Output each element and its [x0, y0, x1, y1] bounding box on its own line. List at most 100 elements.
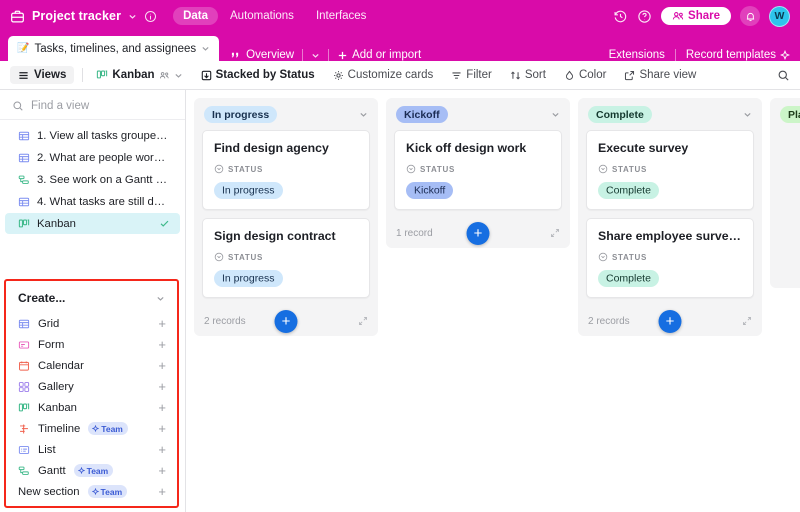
team-badge-label: Team	[101, 423, 123, 434]
history-clock-icon[interactable]	[613, 9, 628, 24]
kanban-column-planning: Pla	[770, 98, 800, 288]
create-view-gallery[interactable]: Gallery +	[6, 376, 177, 397]
kanban-card[interactable]: Execute survey STATUS Complete	[586, 130, 754, 210]
team-badge: Team	[87, 485, 128, 498]
record-count: 1 record	[396, 227, 433, 239]
kanban-card[interactable]: Sign design contract STATUS In progress	[202, 218, 370, 298]
help-question-icon[interactable]	[637, 9, 652, 24]
info-icon[interactable]	[144, 10, 157, 23]
plus-icon[interactable]: +	[158, 317, 166, 330]
chevron-down-icon[interactable]	[156, 294, 165, 303]
expand-corner-icon[interactable]	[358, 316, 368, 326]
create-view-form[interactable]: Form +	[6, 334, 177, 355]
chevron-down-icon[interactable]	[128, 12, 137, 21]
chevron-down-icon[interactable]	[201, 44, 210, 53]
share-button[interactable]: Share	[661, 7, 731, 25]
create-view-list[interactable]: List +	[6, 439, 177, 460]
views-sidebar-toggle[interactable]: Views	[10, 66, 75, 84]
sort-button[interactable]: Sort	[505, 66, 551, 84]
gallery-icon	[18, 381, 30, 393]
single-select-icon	[598, 164, 608, 174]
filter-button[interactable]: Filter	[446, 66, 497, 84]
kanban-card[interactable]: Find design agency STATUS In progress	[202, 130, 370, 210]
add-record-button[interactable]: +	[274, 309, 298, 333]
create-view-calendar[interactable]: Calendar +	[6, 355, 177, 376]
kanban-column-title-pill[interactable]: Kickoff	[396, 106, 448, 123]
overview-button[interactable]: Overview	[231, 49, 294, 61]
record-templates-button[interactable]: Record templates	[686, 49, 790, 61]
sidebar-view-kanban[interactable]: Kanban	[5, 213, 180, 234]
tab-strip-actions: Overview Add or import	[231, 49, 421, 61]
notifications-button[interactable]	[740, 6, 760, 26]
table-tab-tasks[interactable]: 📝 Tasks, timelines, and assignees	[8, 36, 220, 61]
app-section-nav: Data Automations Interfaces	[173, 7, 376, 25]
sidebar-view-2[interactable]: 2. What are people working on?	[5, 147, 180, 168]
kanban-card[interactable]: Kick off design work STATUS Kickoff	[394, 130, 562, 210]
check-icon	[159, 218, 170, 229]
plus-icon[interactable]: +	[158, 485, 166, 498]
plus-icon[interactable]: +	[158, 359, 166, 372]
kanban-card[interactable]: Share employee survey c... STATUS Comple…	[586, 218, 754, 298]
stacked-by-button[interactable]: Stacked by Status	[196, 66, 320, 84]
color-button[interactable]: Color	[559, 66, 611, 84]
chevron-down-icon[interactable]	[174, 71, 183, 80]
sidebar-view-4[interactable]: 4. What tasks are still due?	[5, 191, 180, 212]
kanban-column-title-pill[interactable]: Pla	[780, 106, 800, 123]
create-section-header[interactable]: Create...	[6, 285, 177, 313]
view-search-input[interactable]	[31, 100, 161, 112]
kanban-column-title-pill[interactable]: Complete	[588, 106, 652, 123]
plus-icon[interactable]: +	[158, 464, 166, 477]
share-button-label: Share	[688, 10, 720, 22]
top-bar-actions: Share W	[613, 5, 790, 27]
main-body: 1. View all tasks grouped by proj... 2. …	[0, 90, 800, 512]
nav-tab-interfaces[interactable]: Interfaces	[306, 7, 377, 25]
plus-icon[interactable]: +	[158, 380, 166, 393]
current-view-button[interactable]: Kanban	[91, 66, 187, 84]
plus-icon[interactable]: +	[158, 401, 166, 414]
divider	[82, 68, 84, 82]
toolbar-right-actions	[777, 69, 790, 82]
views-button-label: Views	[34, 69, 67, 81]
base-title: Project tracker	[32, 9, 122, 23]
add-or-import-button[interactable]: Add or import	[337, 49, 421, 61]
customize-cards-button[interactable]: Customize cards	[328, 66, 439, 84]
chevron-down-icon[interactable]	[551, 110, 560, 119]
filter-icon	[451, 70, 462, 81]
create-new-section[interactable]: New section Team +	[6, 481, 177, 502]
nav-tab-automations[interactable]: Automations	[220, 7, 304, 25]
create-view-label: Grid	[38, 317, 60, 330]
share-view-button[interactable]: Share view	[619, 66, 701, 84]
search-icon[interactable]	[777, 69, 790, 82]
expand-corner-icon[interactable]	[742, 316, 752, 326]
kanban-column-title-pill[interactable]: In progress	[204, 106, 278, 123]
chevron-down-icon[interactable]	[359, 110, 368, 119]
create-view-gantt[interactable]: Gantt Team +	[6, 460, 177, 481]
sidebar-view-3[interactable]: 3. See work on a Gantt chart	[5, 169, 180, 190]
avatar[interactable]: W	[769, 5, 790, 27]
base-briefcase-icon	[10, 9, 25, 24]
chevron-down-icon[interactable]	[311, 51, 320, 60]
plus-icon[interactable]: +	[158, 338, 166, 351]
single-select-icon	[598, 252, 608, 262]
sidebar-view-1[interactable]: 1. View all tasks grouped by proj...	[5, 125, 180, 146]
kanban-card-field-label: STATUS	[228, 252, 264, 262]
create-view-label: List	[38, 443, 56, 456]
add-record-button[interactable]: +	[466, 221, 490, 245]
single-select-icon	[214, 252, 224, 262]
chevron-down-icon[interactable]	[743, 110, 752, 119]
extensions-button[interactable]: Extensions	[609, 49, 665, 61]
grid-icon	[18, 152, 30, 164]
status-badge: Complete	[598, 181, 659, 199]
plus-icon[interactable]: +	[158, 422, 166, 435]
add-record-button[interactable]: +	[658, 309, 682, 333]
create-view-kanban[interactable]: Kanban +	[6, 397, 177, 418]
create-view-timeline[interactable]: Timeline Team +	[6, 418, 177, 439]
expand-corner-icon[interactable]	[550, 228, 560, 238]
plus-icon[interactable]: +	[158, 443, 166, 456]
create-view-grid[interactable]: Grid +	[6, 313, 177, 334]
view-search-row[interactable]	[0, 93, 185, 120]
nav-tab-data[interactable]: Data	[173, 7, 218, 25]
base-identity-group[interactable]: Project tracker	[10, 9, 157, 24]
team-badge: Team	[88, 422, 128, 435]
divider	[328, 49, 330, 61]
